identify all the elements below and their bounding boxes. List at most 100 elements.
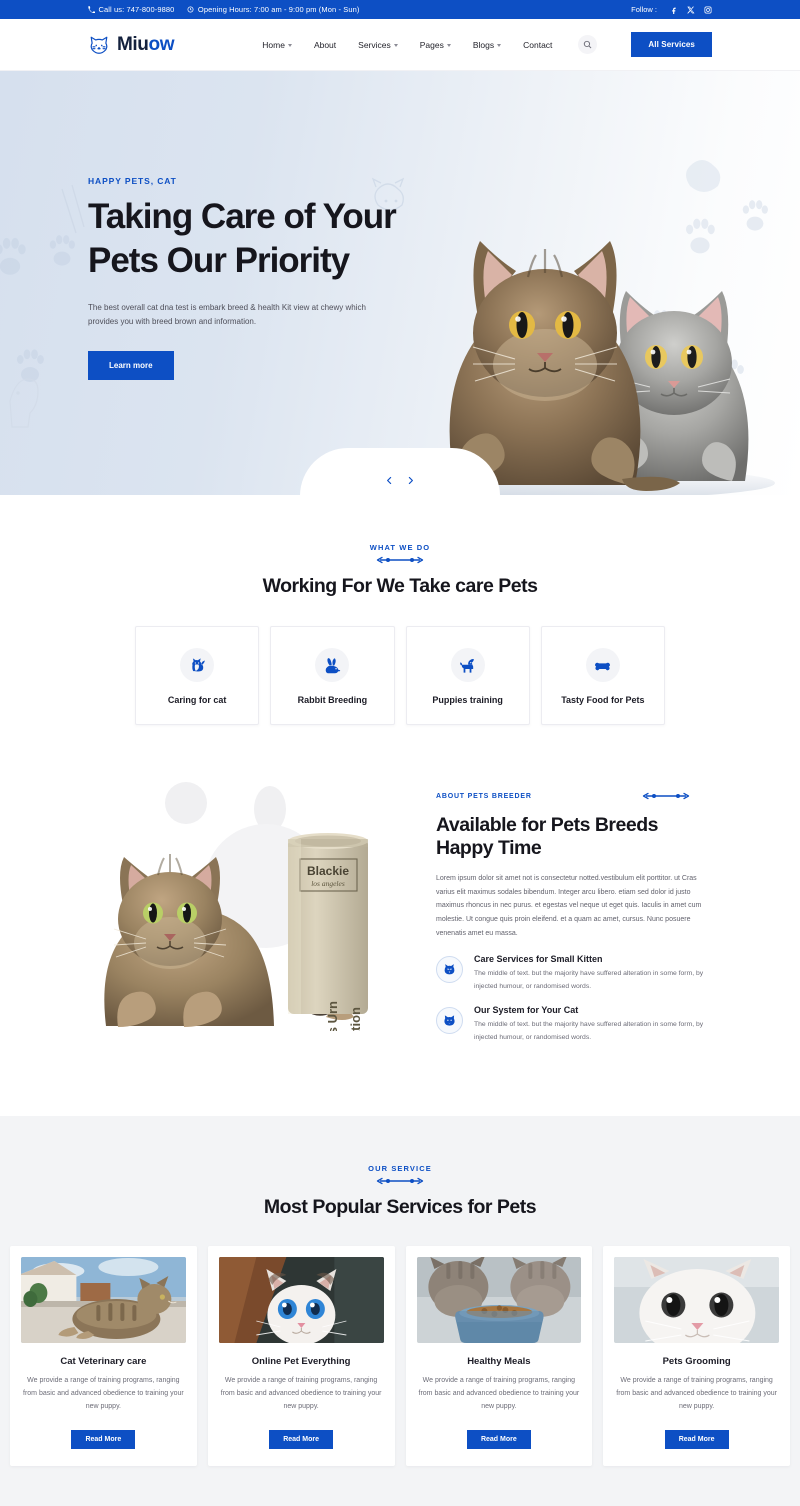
topbar-phone[interactable]: Call us: 747-800-9880: [88, 5, 174, 14]
chevron-right-icon[interactable]: [405, 474, 416, 487]
what-we-do-header: WHAT WE DO Working For We Take care Pets: [0, 543, 800, 598]
service-card-image: [218, 1257, 384, 1344]
facebook-icon[interactable]: [669, 5, 678, 14]
hero-cats-photo: [360, 145, 790, 495]
cat-head-logo-icon: [88, 34, 110, 56]
service-card-title: Cat Veterinary care: [60, 1356, 147, 1368]
about-section: Blackie los angeles Pets Urn Bio-Cremati…: [0, 725, 800, 1117]
feature-card-label: Puppies training: [432, 695, 503, 705]
dog-icon: [450, 648, 485, 682]
what-we-do-section: WHAT WE DO Working For We Take care Pets: [0, 495, 800, 725]
feature-card[interactable]: Rabbit Breeding: [270, 626, 395, 725]
hero-title: Taking Care of Your Pets Our Priority: [88, 195, 420, 284]
feature-card-label: Rabbit Breeding: [297, 695, 368, 705]
about-feature-text: Our System for Your Cat The middle of te…: [474, 1005, 712, 1044]
read-more-button[interactable]: Read More: [466, 1430, 531, 1450]
x-twitter-icon[interactable]: [686, 5, 695, 14]
phone-icon: [88, 6, 95, 13]
service-card[interactable]: Pets Grooming We provide a range of trai…: [603, 1246, 790, 1467]
topbar-hours-text: Opening Hours: 7:00 am - 9:00 pm (Mon - …: [197, 5, 360, 14]
chevron-down-icon: [393, 43, 398, 47]
service-card-desc: We provide a range of training programs,…: [418, 1377, 580, 1411]
urn-name-text: Blackie: [307, 864, 349, 878]
hero-section: HAPPY PETS, CAT Taking Care of Your Pets…: [0, 71, 800, 495]
topbar-contact-group: Call us: 747-800-9880 Opening Hours: 7:0…: [88, 5, 359, 14]
cat-face-icon: [436, 956, 463, 984]
nav-label: Pages: [419, 39, 444, 50]
about-eyebrow-row: ABOUT PETS BREEDER: [436, 787, 712, 805]
read-more-button[interactable]: Read More: [664, 1430, 729, 1450]
what-we-do-title: Working For We Take care Pets: [262, 575, 538, 597]
hero-content: HAPPY PETS, CAT Taking Care of Your Pets…: [0, 71, 420, 380]
nav-item-services[interactable]: Services: [358, 40, 398, 50]
section-divider: [0, 1177, 800, 1185]
about-image: Blackie los angeles Pets Urn Bio-Cremati…: [88, 781, 406, 1097]
section-divider: [642, 787, 690, 805]
feature-card[interactable]: Caring for cat: [135, 626, 260, 725]
logo[interactable]: Miuow: [88, 33, 175, 56]
section-divider: [0, 556, 800, 564]
hero-title-line2: Pets Our Priority: [88, 241, 350, 281]
clock-icon: [187, 6, 194, 13]
hero-eyebrow: HAPPY PETS, CAT: [88, 176, 177, 186]
hero-carousel-controls: [384, 474, 416, 487]
nav-item-about[interactable]: About: [314, 40, 336, 50]
cat-face-round-icon: [436, 1007, 463, 1035]
hero-bottom-curve: [300, 448, 500, 495]
follow-label: Follow :: [631, 5, 657, 14]
about-feature-title: Care Services for Small Kitten: [474, 954, 603, 965]
service-card[interactable]: Online Pet Everything We provide a range…: [207, 1246, 395, 1467]
chevron-down-icon: [497, 43, 502, 47]
nav-label: Blogs: [472, 39, 495, 50]
nav-item-home[interactable]: Home: [262, 40, 292, 50]
service-card-desc: We provide a range of training programs,…: [220, 1377, 382, 1411]
urn-text-a: Pets Urn: [325, 1001, 340, 1031]
nav-item-blogs[interactable]: Blogs: [472, 39, 502, 50]
chevron-left-icon[interactable]: [384, 474, 395, 487]
about-feature-desc: The middle of text. but the majority hav…: [474, 1021, 704, 1041]
service-card-title: Pets Grooming: [662, 1356, 731, 1368]
urn-sub-text: los angeles: [311, 879, 345, 888]
services-header: OUR SERVICE Most Popular Services for Pe…: [0, 1164, 800, 1219]
nav-label: About: [313, 39, 337, 50]
nav-item-contact[interactable]: Contact: [523, 40, 552, 50]
read-more-button[interactable]: Read More: [269, 1430, 334, 1450]
topbar: Call us: 747-800-9880 Opening Hours: 7:0…: [0, 0, 800, 19]
about-feature-title: Our System for Your Cat: [474, 1005, 579, 1016]
service-card-desc: We provide a range of training programs,…: [23, 1377, 184, 1411]
chevron-down-icon: [446, 43, 451, 47]
feature-card-label: Tasty Food for Pets: [561, 695, 645, 705]
search-icon[interactable]: [578, 35, 598, 54]
about-feature-item: Our System for Your Cat The middle of te…: [436, 1005, 712, 1044]
feature-card[interactable]: Tasty Food for Pets: [540, 626, 665, 725]
learn-more-button[interactable]: Learn more: [88, 350, 174, 380]
bone-icon: [585, 648, 620, 682]
nav-item-pages[interactable]: Pages: [420, 40, 451, 50]
about-title: Available for Pets Breeds Happy Time: [436, 814, 658, 859]
about-content: ABOUT PETS BREEDER Available for Pets Br…: [436, 781, 712, 1056]
cat-icon: [180, 648, 215, 682]
feature-cards: Caring for cat Rabbit Breeding Puppies t…: [0, 626, 800, 725]
feature-card[interactable]: Puppies training: [405, 626, 530, 725]
all-services-button[interactable]: All Services: [631, 32, 712, 57]
nav-label: Home: [262, 39, 285, 50]
service-card[interactable]: Cat Veterinary care We provide a range o…: [10, 1246, 197, 1467]
about-paragraph: Lorem ipsum dolor sit amet not is consec…: [436, 875, 702, 937]
service-card-title: Healthy Meals: [467, 1356, 531, 1368]
what-we-do-eyebrow: WHAT WE DO: [369, 543, 431, 552]
nav-label: Contact: [523, 39, 553, 50]
service-cards: Cat Veterinary care We provide a range o…: [0, 1246, 800, 1467]
services-section: OUR SERVICE Most Popular Services for Pe…: [0, 1116, 800, 1506]
service-card[interactable]: Healthy Meals We provide a range of trai…: [405, 1246, 593, 1467]
service-card-desc: We provide a range of training programs,…: [616, 1377, 777, 1411]
services-eyebrow: OUR SERVICE: [368, 1164, 432, 1174]
logo-text-first: Miu: [117, 33, 149, 55]
logo-text-second: ow: [148, 33, 175, 55]
logo-text: Miuow: [117, 33, 175, 56]
topbar-social-group: Follow :: [631, 5, 712, 14]
hero-subtitle: The best overall cat dna test is embark …: [88, 302, 366, 326]
service-card-image: [614, 1257, 779, 1344]
read-more-button[interactable]: Read More: [71, 1430, 136, 1450]
instagram-icon[interactable]: [703, 5, 712, 14]
page-root: Call us: 747-800-9880 Opening Hours: 7:0…: [0, 0, 800, 1506]
